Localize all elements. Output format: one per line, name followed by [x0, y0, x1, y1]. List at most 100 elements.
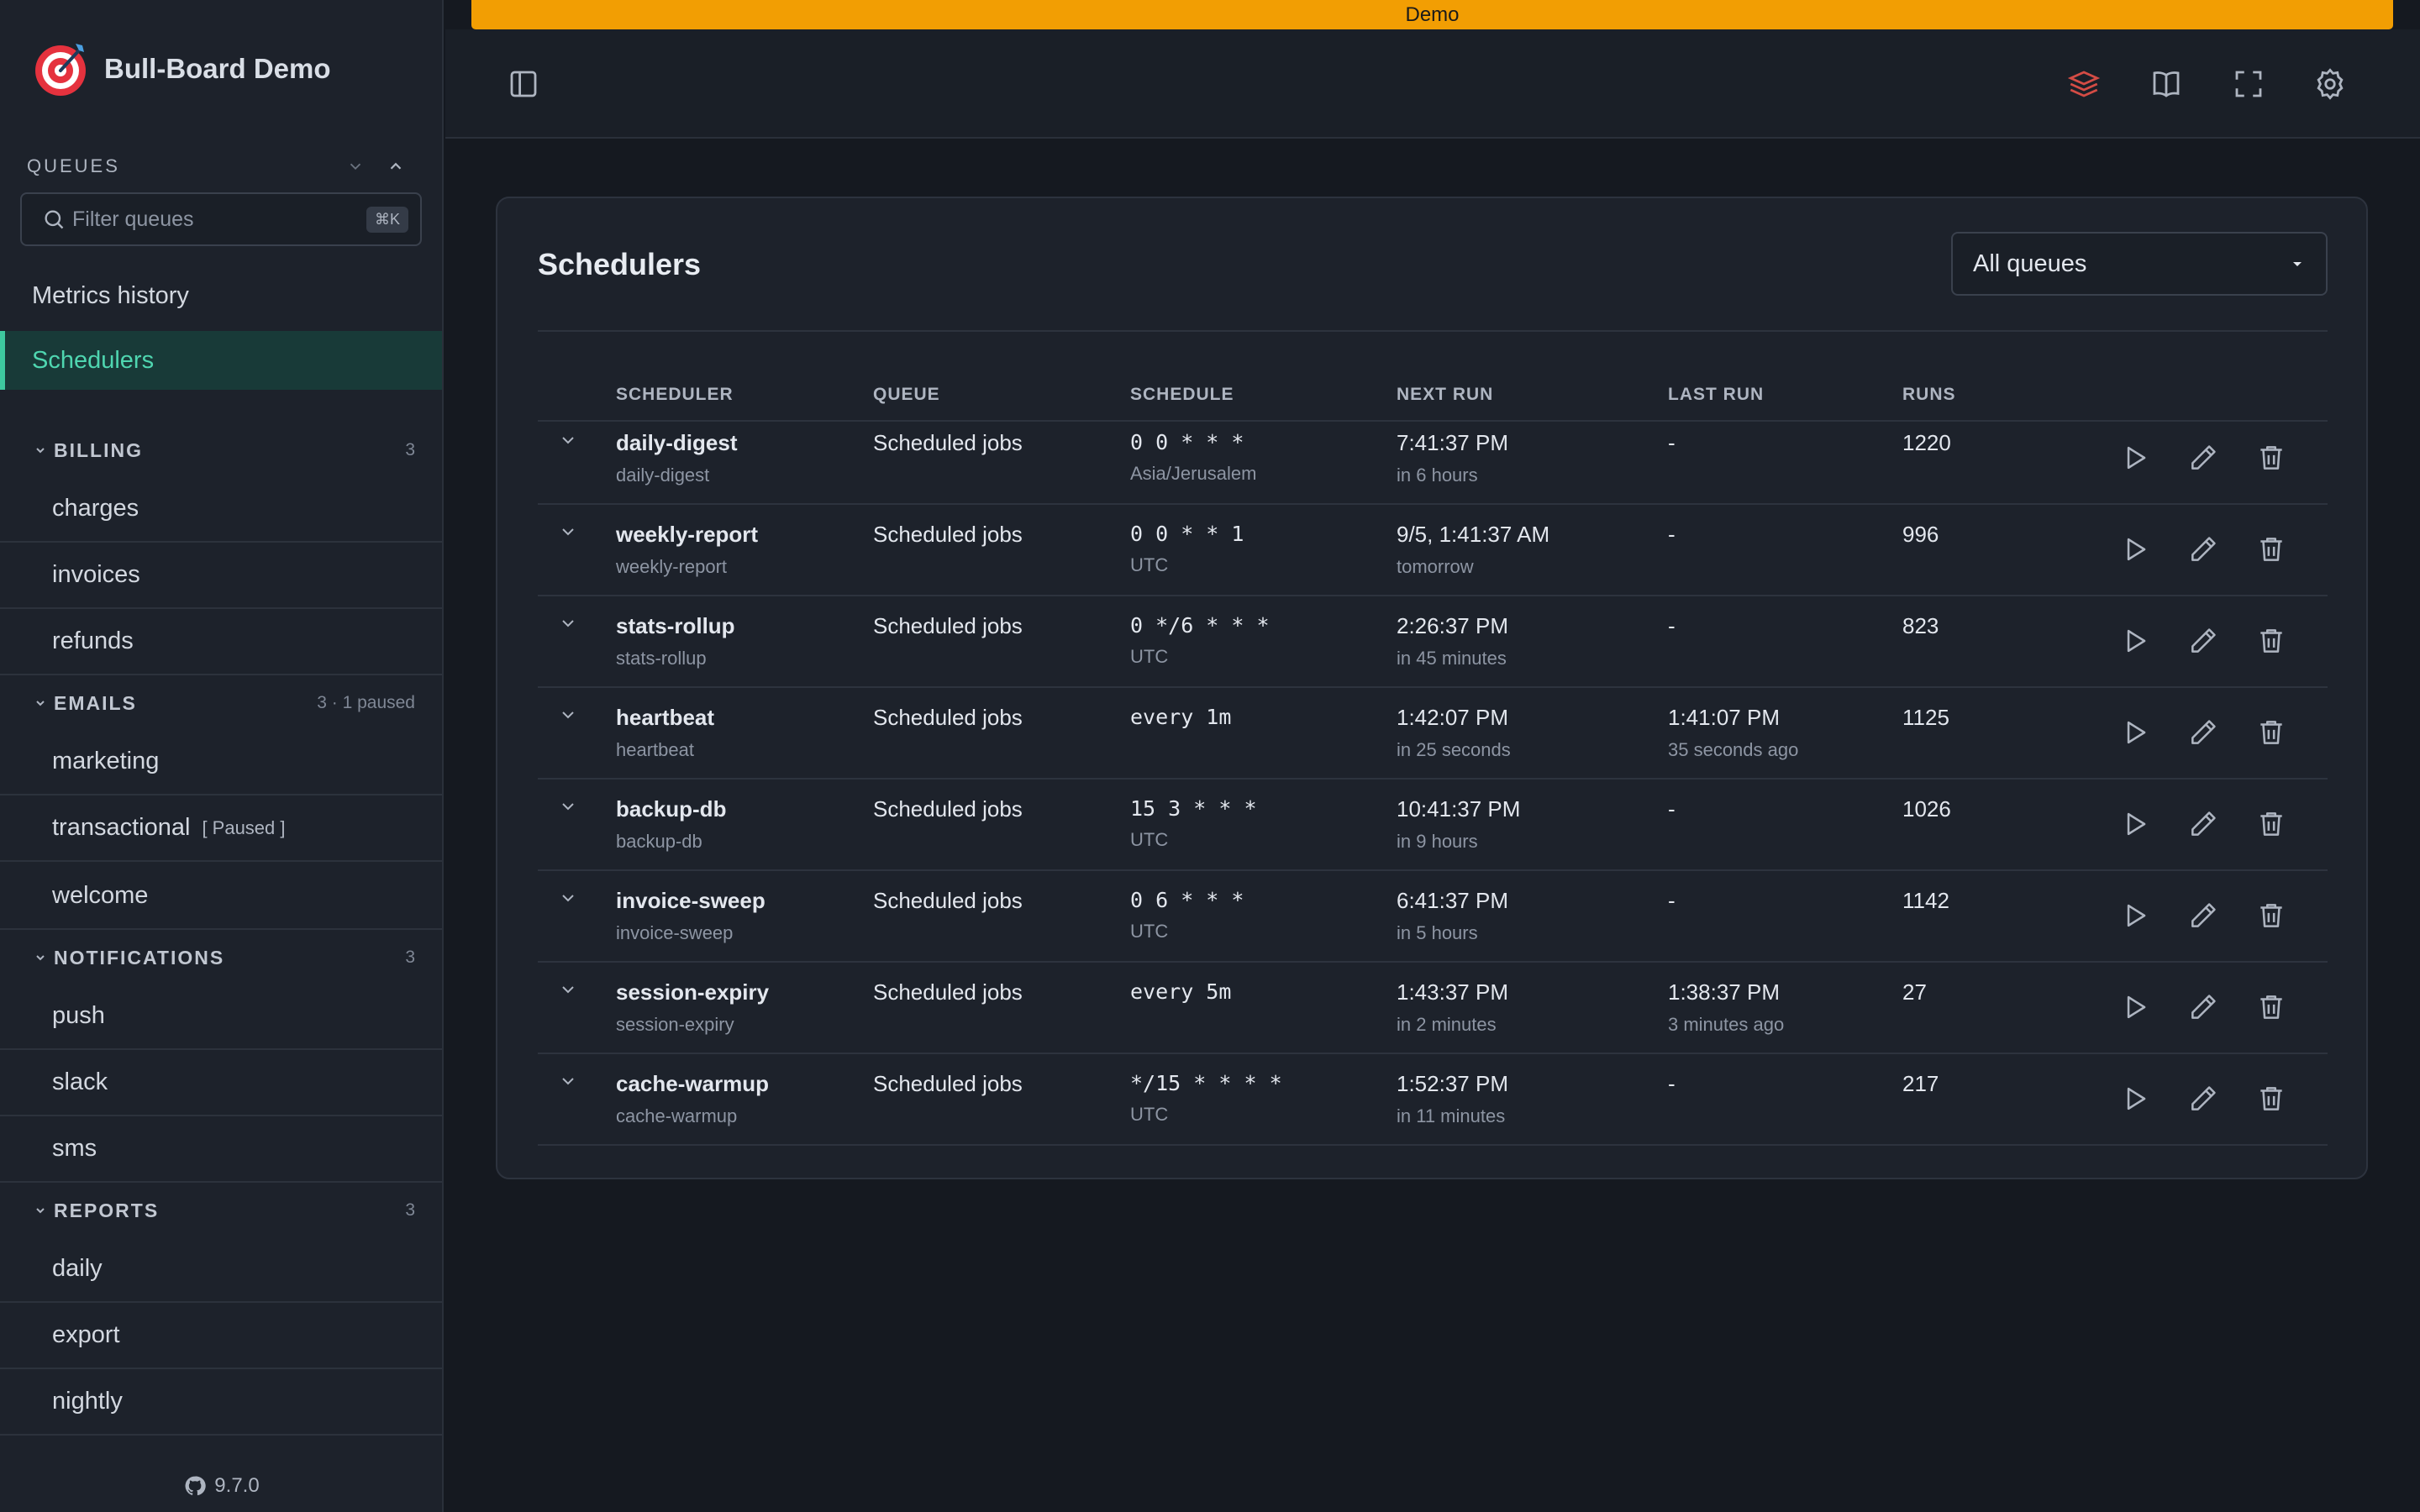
delete-button[interactable] [2255, 717, 2287, 748]
chevron-down-icon [36, 1208, 45, 1214]
group-emails[interactable]: EMAILS 3 · 1 paused [0, 686, 442, 720]
run-count: 1026 [1902, 796, 1951, 822]
group-notifications[interactable]: NOTIFICATIONS 3 [0, 941, 442, 974]
settings-button[interactable] [2312, 66, 2348, 102]
expand-all-icon[interactable] [346, 157, 365, 176]
queue-item-charges[interactable]: charges [0, 476, 442, 543]
delete-button[interactable] [2255, 900, 2287, 932]
last-run-time: - [1668, 430, 1676, 455]
scheduler-name: stats-rollup [616, 613, 735, 638]
collapse-all-icon[interactable] [387, 157, 405, 176]
row-actions [2119, 991, 2287, 1023]
chevron-down-icon[interactable] [558, 979, 578, 1000]
delete-button[interactable] [2255, 442, 2287, 474]
chevron-down-icon[interactable] [558, 430, 578, 450]
queue-item-nightly[interactable]: nightly [0, 1369, 442, 1436]
delete-button[interactable] [2255, 808, 2287, 840]
table-row: cache-warmup cache-warmup Scheduled jobs… [538, 1054, 2328, 1146]
edit-button[interactable] [2187, 1083, 2219, 1115]
run-now-button[interactable] [2119, 991, 2151, 1023]
scheduler-id: daily-digest [616, 465, 710, 486]
brand[interactable]: Bull-Board Demo [32, 40, 331, 97]
filter-queues-input[interactable] [72, 207, 366, 232]
run-now-button[interactable] [2119, 533, 2151, 565]
sidebar-footer[interactable]: 9.7.0 [0, 1465, 442, 1507]
table-row: stats-rollup stats-rollup Scheduled jobs… [538, 596, 2328, 688]
edit-button[interactable] [2187, 808, 2219, 840]
sidebar-toggle-icon [510, 71, 537, 97]
queue-label: charges [52, 495, 139, 522]
schedule-pattern: 0 6 * * * [1130, 888, 1244, 912]
scheduler-name: backup-db [616, 796, 727, 822]
run-now-button[interactable] [2119, 442, 2151, 474]
queue-item-marketing[interactable]: marketing [0, 729, 442, 795]
pencil-icon [2191, 995, 2216, 1019]
group-reports[interactable]: REPORTS 3 [0, 1194, 442, 1227]
schedule-pattern: 15 3 * * * [1130, 796, 1257, 821]
edit-button[interactable] [2187, 533, 2219, 565]
last-run-time: - [1668, 613, 1676, 638]
next-run-relative: in 11 minutes [1397, 1105, 1506, 1126]
queue-item-welcome[interactable]: welcome [0, 864, 442, 930]
chevron-down-icon[interactable] [558, 796, 578, 816]
queue-item-export[interactable]: export [0, 1303, 442, 1369]
chevron-down-icon[interactable] [558, 705, 578, 725]
chevron-down-icon[interactable] [558, 1071, 578, 1091]
column-header: SCHEDULE [1130, 385, 1234, 404]
pencil-icon [2191, 445, 2216, 470]
run-now-button[interactable] [2119, 717, 2151, 748]
next-run-time: 7:41:37 PM [1397, 430, 1508, 455]
delete-button[interactable] [2255, 991, 2287, 1023]
run-now-button[interactable] [2119, 900, 2151, 932]
queue-filter-select[interactable]: All queues [1951, 232, 2328, 296]
nav-metrics-history[interactable]: Metrics history [0, 266, 442, 325]
queue-name: Scheduled jobs [873, 979, 1023, 1005]
column-header: SCHEDULER [616, 385, 734, 404]
edit-button[interactable] [2187, 442, 2219, 474]
gear-icon [2317, 68, 2344, 100]
queue-label: nightly [52, 1388, 123, 1415]
queue-label: daily [52, 1255, 103, 1282]
docs-button[interactable] [2149, 66, 2184, 102]
run-now-button[interactable] [2119, 625, 2151, 657]
row-actions [2119, 442, 2287, 474]
queue-item-daily[interactable]: daily [0, 1236, 442, 1303]
caret-down-icon [2293, 262, 2302, 266]
queue-item-sms[interactable]: sms [0, 1116, 442, 1183]
delete-button[interactable] [2255, 533, 2287, 565]
delete-button[interactable] [2255, 1083, 2287, 1115]
queue-item-invoices[interactable]: invoices [0, 543, 442, 609]
schedule-timezone: UTC [1130, 1104, 1169, 1125]
queue-item-refunds[interactable]: refunds [0, 609, 442, 675]
toggle-sidebar-button[interactable] [506, 66, 541, 102]
row-actions [2119, 717, 2287, 748]
edit-button[interactable] [2187, 717, 2219, 748]
nav-schedulers[interactable]: Schedulers [0, 331, 442, 390]
chevron-down-icon[interactable] [558, 888, 578, 908]
delete-button[interactable] [2255, 625, 2287, 657]
run-now-button[interactable] [2119, 808, 2151, 840]
redis-icon [2067, 71, 2101, 97]
table-row: weekly-report weekly-report Scheduled jo… [538, 505, 2328, 596]
play-icon [2127, 538, 2146, 561]
queue-label: refunds [52, 627, 134, 654]
queue-item-push[interactable]: push [0, 984, 442, 1050]
chevron-down-icon[interactable] [558, 522, 578, 542]
run-count: 1125 [1902, 705, 1949, 730]
table-row: daily-digest daily-digest Scheduled jobs… [538, 413, 2328, 505]
fullscreen-button[interactable] [2231, 66, 2266, 102]
queue-item-slack[interactable]: slack [0, 1050, 442, 1116]
redis-button[interactable] [2066, 66, 2102, 102]
queue-item-transactional[interactable]: transactional [ Paused ] [0, 795, 442, 862]
edit-button[interactable] [2187, 991, 2219, 1023]
queue-label: marketing [52, 748, 160, 774]
chevron-down-icon[interactable] [558, 613, 578, 633]
edit-button[interactable] [2187, 625, 2219, 657]
run-now-button[interactable] [2119, 1083, 2151, 1115]
next-run-time: 2:26:37 PM [1397, 613, 1508, 638]
group-billing[interactable]: BILLING 3 [0, 433, 442, 467]
edit-button[interactable] [2187, 900, 2219, 932]
queue-name: Scheduled jobs [873, 613, 1023, 638]
row-actions [2119, 900, 2287, 932]
filter-queues-field: ⌘K [20, 192, 422, 246]
